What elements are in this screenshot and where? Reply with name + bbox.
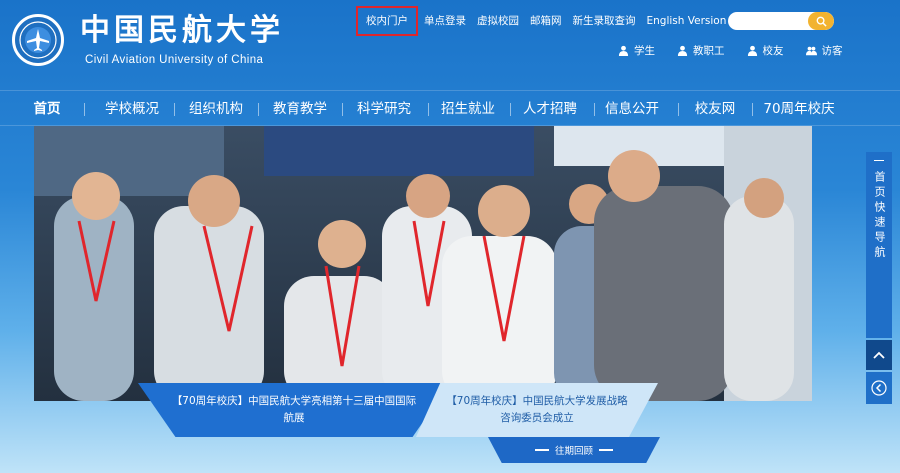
nav-organization[interactable]: 组织机构 <box>184 91 248 127</box>
group-icon <box>805 46 817 56</box>
user-links: 学生 教职工 校友 访客 <box>618 43 865 58</box>
toplink-mail[interactable]: 邮箱网 <box>530 12 562 30</box>
user-link-label: 校友 <box>762 45 784 57</box>
search-input[interactable] <box>728 12 814 30</box>
more-news-label: 往期回顾 <box>554 446 593 457</box>
toplink-virtual-campus[interactable]: 虚拟校园 <box>477 12 519 30</box>
dash-icon <box>534 449 549 451</box>
airplane-icon <box>19 21 57 59</box>
main-nav: 首页 学校概况 组织机构 教育教学 科学研究 招生就业 人才招聘 信息公开 校友… <box>0 90 900 126</box>
top-links: 校内门户 单点登录 虚拟校园 邮箱网 新生录取查询 English Versio… <box>356 6 758 36</box>
university-seal-logo[interactable] <box>12 14 64 66</box>
search-button[interactable] <box>808 12 834 30</box>
user-link-visitor[interactable]: 访客 <box>805 43 843 58</box>
nav-divider <box>428 103 429 116</box>
quick-nav-panel[interactable]: 首页快速导航 <box>866 152 892 338</box>
search-icon <box>816 16 827 27</box>
nav-admissions[interactable]: 招生就业 <box>436 91 500 127</box>
person-icon <box>677 45 688 56</box>
banner-caption-1[interactable]: 【70周年校庆】中国民航大学亮相第十三届中国国际航展 <box>138 383 450 437</box>
collapse-quick-nav-button[interactable] <box>866 372 892 404</box>
nav-divider <box>594 103 595 116</box>
nav-public-info[interactable]: 信息公开 <box>600 91 664 127</box>
person-icon <box>618 45 629 56</box>
divider-line <box>874 160 884 161</box>
nav-about[interactable]: 学校概况 <box>100 91 164 127</box>
chevron-left-circle-icon <box>871 380 887 396</box>
quick-nav-label: 首页快速导航 <box>873 171 886 261</box>
logo-chinese-name[interactable]: 中国民航大学 <box>80 14 284 48</box>
nav-divider <box>678 103 679 116</box>
nav-recruitment[interactable]: 人才招聘 <box>518 91 582 127</box>
dash-icon <box>599 449 613 451</box>
user-link-staff[interactable]: 教职工 <box>677 43 725 58</box>
banner-image <box>34 126 812 401</box>
site-header: 中国民航大学 Civil Aviation University of Chin… <box>0 0 900 82</box>
toplink-english[interactable]: English Version <box>647 12 727 30</box>
nav-divider <box>258 103 259 116</box>
nav-divider <box>174 103 175 116</box>
user-link-student[interactable]: 学生 <box>618 43 655 58</box>
person-icon <box>747 45 757 56</box>
nav-home[interactable]: 首页 <box>26 91 68 127</box>
more-news-button[interactable]: 往期回顾 <box>488 437 660 463</box>
user-link-label: 学生 <box>634 45 655 57</box>
user-link-label: 教职工 <box>693 45 725 57</box>
toplink-sso[interactable]: 单点登录 <box>424 12 466 30</box>
nav-anniversary[interactable]: 70周年校庆 <box>758 91 840 127</box>
nav-education[interactable]: 教育教学 <box>268 91 332 127</box>
nav-research[interactable]: 科学研究 <box>352 91 416 127</box>
banner-caption-2[interactable]: 【70周年校庆】中国民航大学发展战略咨询委员会成立 <box>416 383 658 437</box>
nav-alumni[interactable]: 校友网 <box>690 91 740 127</box>
nav-divider <box>342 103 343 116</box>
nav-divider <box>84 103 85 116</box>
user-link-label: 访客 <box>821 45 843 57</box>
toplink-portal[interactable]: 校内门户 <box>356 6 418 36</box>
chevron-up-icon <box>873 351 885 359</box>
toplink-admission-query[interactable]: 新生录取查询 <box>573 12 636 30</box>
nav-divider <box>510 103 511 116</box>
user-link-alumni[interactable]: 校友 <box>747 43 784 58</box>
logo-english-name[interactable]: Civil Aviation University of China <box>85 54 263 66</box>
search-box <box>728 12 834 30</box>
banner-photo[interactable] <box>34 126 812 401</box>
nav-divider <box>752 103 753 116</box>
scroll-top-button[interactable] <box>866 340 892 370</box>
